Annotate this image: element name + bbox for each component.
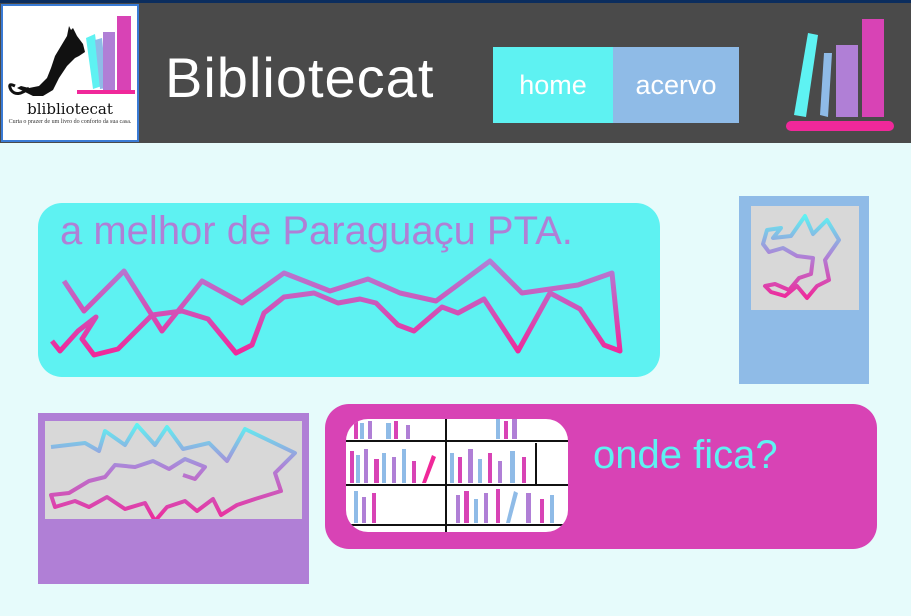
side-photo-card [739,196,869,384]
hero-banner: a melhor de Paraguaçu PTA. [38,203,660,377]
location-question: onde fica? [593,433,778,477]
logo-name: blibliotecat [27,100,113,118]
side-photo-placeholder [751,206,859,310]
main-nav: home acervo [493,47,739,123]
nav-home-button[interactable]: home [493,47,613,123]
site-logo[interactable]: blibliotecat Curta o prazer de um livro … [1,4,139,142]
scribble-image-icon [761,214,841,300]
bottom-photo-card [38,413,309,584]
bookshelf-icon [346,419,568,532]
site-header: blibliotecat Curta o prazer de um livro … [0,3,911,143]
bottom-photo-placeholder [45,421,302,523]
bookshelf-image [346,419,568,532]
scribble-decoration-icon [50,258,623,358]
site-title: Bibliotecat [165,46,435,109]
location-card[interactable]: onde fica? [325,404,877,549]
nav-acervo-button[interactable]: acervo [613,47,739,123]
logo-tagline: Curta o prazer de um livro do conforto d… [8,119,132,125]
scribble-image-icon [49,423,297,523]
books-icon [786,19,894,131]
